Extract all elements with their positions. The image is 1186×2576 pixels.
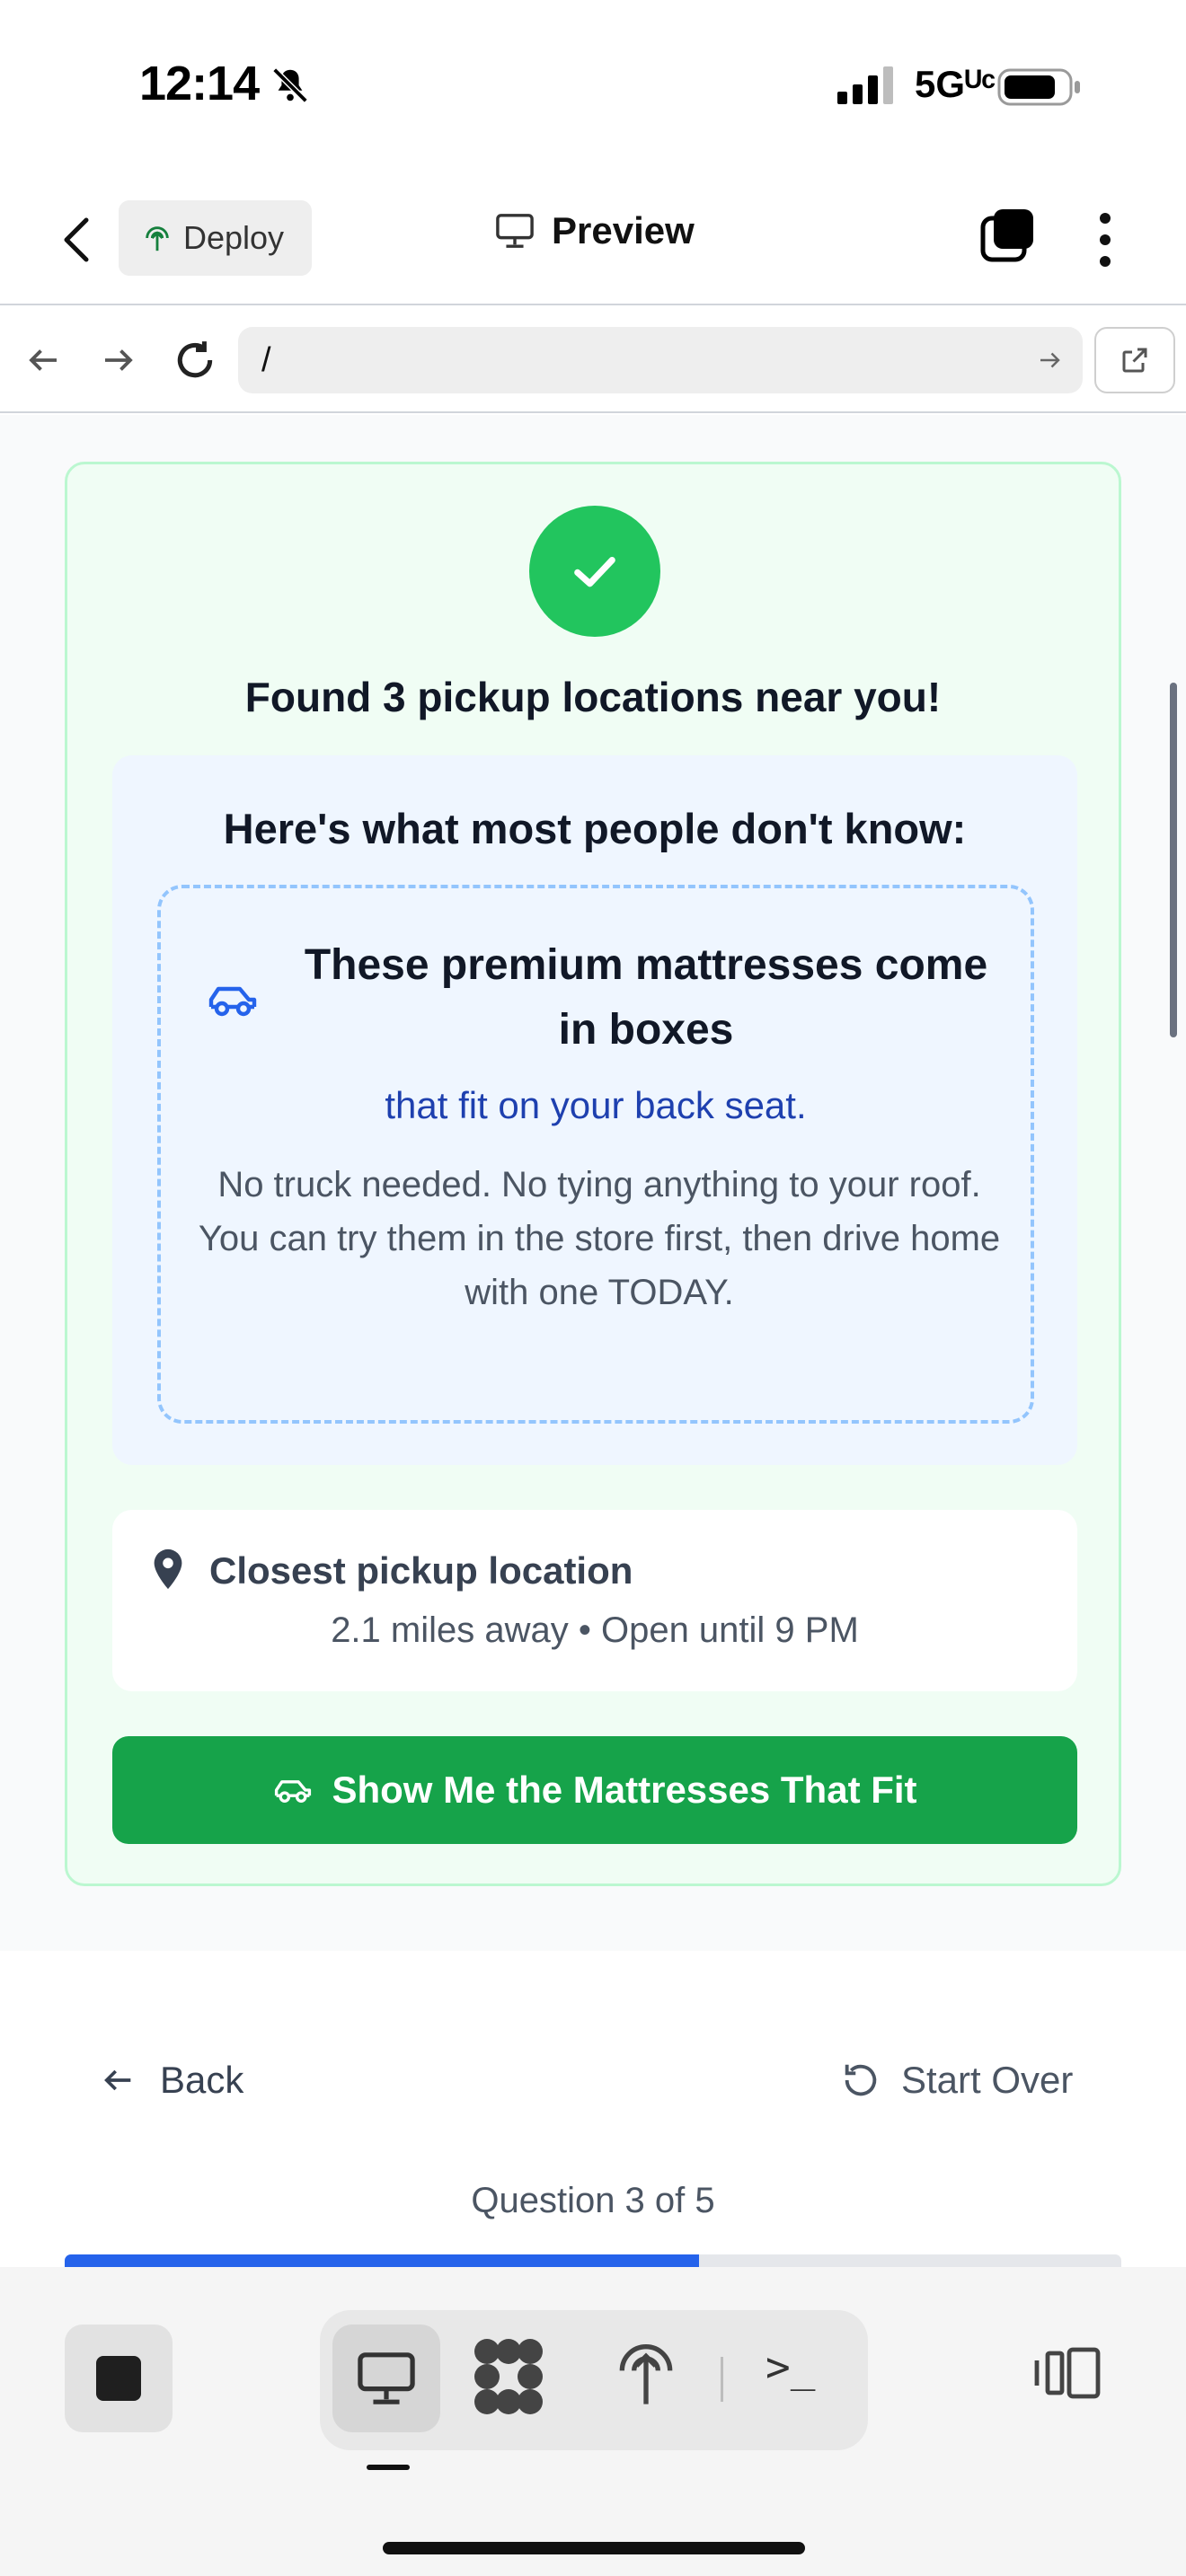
arrow-left-icon — [104, 2069, 131, 2091]
chevron-left-icon[interactable] — [56, 211, 97, 269]
description-line-2: You can try them in the store first, the… — [198, 1219, 1001, 1312]
go-arrow-icon[interactable] — [1036, 347, 1063, 374]
rotate-ccw-icon — [845, 2064, 877, 2096]
open-external-button[interactable] — [1094, 327, 1175, 393]
bottom-toolbar: >_ — [0, 2267, 1186, 2576]
pickup-detail: 2.1 miles away • Open until 9 PM — [331, 1610, 859, 1650]
terminal-icon[interactable]: >_ — [766, 2342, 828, 2405]
browser-bar: / — [0, 307, 1186, 413]
app-header: Deploy Preview — [0, 175, 1186, 305]
result-card: Found 3 pickup locations near you! Here'… — [65, 462, 1121, 1886]
arrow-left-icon[interactable] — [25, 341, 63, 379]
check-icon — [574, 557, 615, 587]
preview-tab[interactable]: Preview — [494, 209, 695, 252]
car-icon — [275, 1780, 312, 1803]
map-pin-icon — [154, 1548, 182, 1590]
description-line-1: No truck needed. No tying anything to yo… — [217, 1165, 981, 1204]
pickup-title: Closest pickup location — [209, 1549, 633, 1592]
battery-icon — [997, 68, 1080, 106]
toolbar-divider — [721, 2357, 723, 2402]
cta-label: Show Me the Mattresses That Fit — [332, 1769, 917, 1811]
scrollbar-thumb[interactable] — [1170, 683, 1177, 1037]
reload-icon[interactable] — [173, 338, 217, 383]
start-over-button[interactable]: Start Over — [840, 2059, 1073, 2102]
tool-group: >_ — [320, 2310, 868, 2450]
stop-button[interactable] — [65, 2325, 173, 2432]
external-link-icon — [1122, 348, 1147, 373]
pickup-location-card: Closest pickup location 2.1 miles away •… — [112, 1510, 1077, 1691]
found-title: Found 3 pickup locations near you! — [244, 674, 942, 720]
info-box: Here's what most people don't know: Thes… — [112, 755, 1077, 1465]
status-bar: 12:14 5Gᵁᶜ — [0, 0, 1186, 171]
split-view-icon[interactable] — [1033, 2346, 1102, 2400]
workspace-icon[interactable] — [473, 2337, 544, 2418]
more-vertical-icon[interactable] — [1096, 211, 1114, 269]
info-heading: Here's what most people don't know: — [223, 805, 967, 852]
status-time: 12:14 — [139, 57, 260, 110]
bell-slash-icon — [272, 67, 308, 103]
cellular-signal-icon — [837, 66, 893, 104]
deploy-label: Deploy — [183, 219, 285, 256]
monitor-icon — [358, 2352, 415, 2404]
progress-fill — [65, 2254, 699, 2267]
url-text: / — [261, 340, 271, 379]
start-over-label: Start Over — [901, 2059, 1074, 2101]
description: No truck needed. No tying anything to yo… — [197, 1158, 1002, 1319]
success-badge — [529, 506, 660, 637]
deploy-icon — [146, 226, 169, 251]
arrow-right-icon[interactable] — [99, 341, 137, 379]
back-label: Back — [160, 2059, 244, 2101]
network-label: 5Gᵁᶜ — [915, 63, 996, 105]
question-counter: Question 3 of 5 — [471, 2181, 715, 2220]
highlight-box: These premium mattresses come in boxes t… — [157, 885, 1034, 1424]
active-tab-indicator — [367, 2465, 410, 2470]
premium-title: These premium mattresses come in boxes — [304, 941, 988, 1054]
back-button[interactable]: Back — [101, 2059, 243, 2102]
progress-bar — [65, 2254, 1121, 2267]
monitor-icon — [496, 214, 534, 248]
back-seat-text: that fit on your back seat. — [385, 1084, 807, 1126]
deploy-icon[interactable] — [616, 2337, 676, 2409]
show-mattresses-button[interactable]: Show Me the Mattresses That Fit — [112, 1736, 1077, 1844]
preview-label: Preview — [552, 209, 695, 251]
url-input[interactable]: / — [238, 327, 1083, 393]
stop-icon — [96, 2356, 141, 2401]
home-indicator — [383, 2542, 805, 2554]
deploy-button[interactable]: Deploy — [119, 200, 312, 276]
tabs-icon[interactable] — [979, 207, 1037, 265]
car-icon — [208, 986, 257, 1017]
desktop-preview-button[interactable] — [332, 2325, 440, 2432]
